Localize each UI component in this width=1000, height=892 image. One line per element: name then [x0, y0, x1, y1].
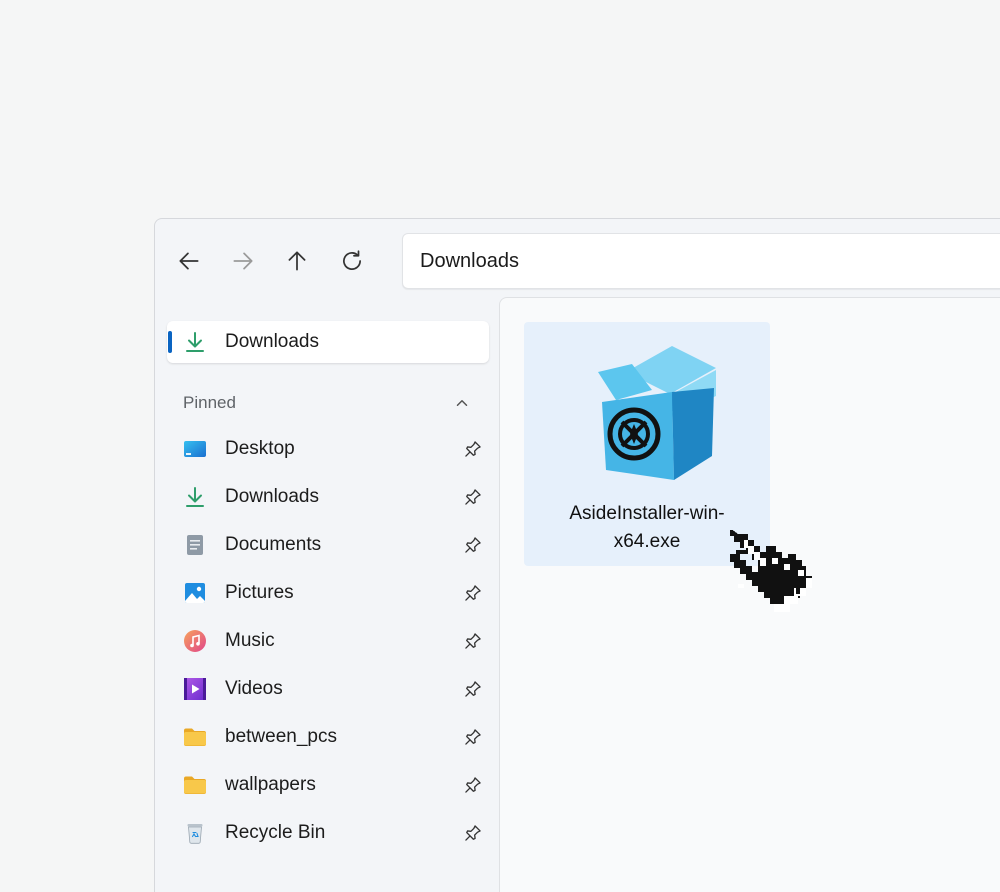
sidebar-item-desktop[interactable]: Desktop [167, 428, 489, 470]
sidebar-item-between-pcs[interactable]: between_pcs [167, 716, 489, 758]
pin-icon[interactable] [463, 727, 483, 747]
arrow-right-icon [233, 252, 253, 270]
up-button[interactable] [279, 243, 315, 279]
pictures-icon [183, 581, 207, 605]
pin-icon[interactable] [463, 583, 483, 603]
pin-icon[interactable] [463, 679, 483, 699]
sidebar-item-label: Videos [225, 678, 283, 699]
sidebar-item-videos[interactable]: Videos [167, 668, 489, 710]
collapse-button[interactable] [453, 394, 471, 412]
refresh-icon [343, 250, 361, 270]
sidebar-item-label: between_pcs [225, 726, 337, 747]
file-explorer-window: Downloads Downloads Pinned Desktop Downl… [154, 218, 1000, 892]
file-name-label: AsideInstaller-win-x64.exe [569, 503, 725, 552]
video-icon [183, 677, 207, 701]
download-icon [183, 485, 207, 509]
pin-icon[interactable] [463, 439, 483, 459]
sidebar-item-recycle-bin[interactable]: Recycle Bin [167, 812, 489, 854]
recycle-bin-icon [183, 821, 207, 845]
document-icon [183, 533, 207, 557]
pin-icon[interactable] [463, 487, 483, 507]
sidebar-item-label: Downloads [225, 486, 319, 507]
pin-icon[interactable] [463, 823, 483, 843]
file-item[interactable]: AsideInstaller-win-x64.exe [524, 322, 770, 566]
sidebar-item-label: Music [225, 630, 275, 651]
folder-icon [183, 725, 207, 749]
sidebar-item-music[interactable]: Music [167, 620, 489, 662]
sidebar-item-downloads[interactable]: Downloads [167, 476, 489, 518]
arrow-up-icon [288, 251, 306, 271]
back-button[interactable] [171, 243, 207, 279]
address-bar[interactable]: Downloads [402, 233, 1000, 289]
sidebar-item-label: Desktop [225, 438, 295, 459]
music-icon [183, 629, 207, 653]
pinned-section-title: Pinned [183, 393, 236, 412]
pin-icon[interactable] [463, 631, 483, 651]
sidebar-item-label: wallpapers [225, 774, 316, 795]
arrow-left-icon [179, 252, 199, 270]
sidebar-item-label: Recycle Bin [225, 822, 326, 843]
sidebar-item-pictures[interactable]: Pictures [167, 572, 489, 614]
pin-icon[interactable] [463, 535, 483, 555]
file-list-pane: AsideInstaller-win-x64.exe [499, 297, 1000, 892]
pin-icon[interactable] [463, 775, 483, 795]
sidebar-item-label: Downloads [225, 331, 319, 352]
sidebar-item-downloads-current[interactable]: Downloads [167, 321, 489, 363]
download-icon [183, 330, 207, 354]
sidebar-item-wallpapers[interactable]: wallpapers [167, 764, 489, 806]
forward-button[interactable] [225, 243, 261, 279]
navigation-pane: Downloads Pinned Desktop Downloads Docum… [155, 297, 499, 892]
sidebar-item-label: Documents [225, 534, 322, 555]
sidebar-item-documents[interactable]: Documents [167, 524, 489, 566]
refresh-button[interactable] [334, 243, 370, 279]
chevron-up-icon [456, 400, 468, 406]
installer-box-icon [598, 346, 716, 480]
sidebar-item-label: Pictures [225, 582, 294, 603]
toolbar: Downloads [155, 219, 1000, 297]
address-path: Downloads [420, 249, 519, 272]
desktop-icon [183, 437, 207, 461]
folder-icon [183, 773, 207, 797]
